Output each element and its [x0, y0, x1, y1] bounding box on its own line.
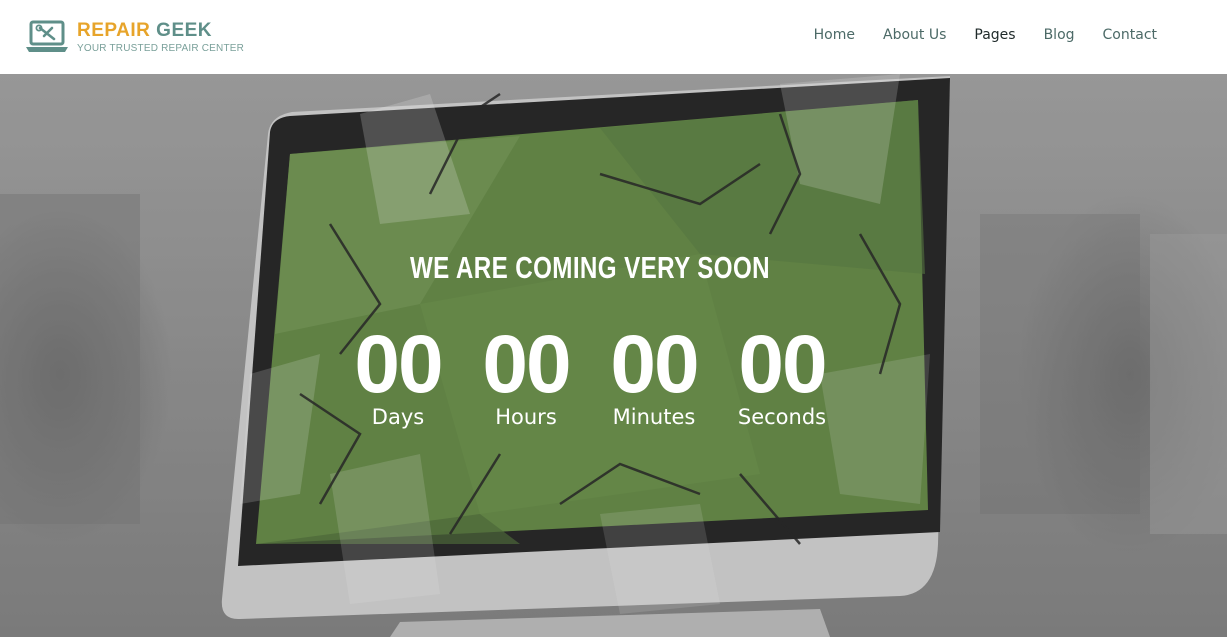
countdown-hours-value: 00 — [482, 319, 571, 410]
brand-name-part2: GEEK — [156, 20, 213, 41]
countdown-minutes-value: 00 — [610, 319, 699, 410]
countdown-minutes: 00 Minutes — [590, 322, 718, 430]
brand-name-part1: REPAIR — [77, 20, 151, 41]
coming-soon-title: WE ARE COMING VERY SOON — [409, 250, 771, 285]
main-nav: Home About Us Pages Blog Contact — [786, 26, 1157, 44]
nav-blog[interactable]: Blog — [1044, 26, 1075, 44]
site-header: REPAIR GEEK YOUR TRUSTED REPAIR CENTER H… — [0, 0, 1227, 74]
nav-contact[interactable]: Contact — [1103, 26, 1157, 44]
countdown-seconds: 00 Seconds — [718, 322, 846, 430]
brand-tagline: YOUR TRUSTED REPAIR CENTER — [77, 43, 245, 54]
brand-name: REPAIR GEEK — [77, 20, 244, 42]
logo[interactable]: REPAIR GEEK YOUR TRUSTED REPAIR CENTER — [25, 20, 244, 54]
nav-home[interactable]: Home — [814, 26, 855, 44]
hero-section: WE ARE COMING VERY SOON 00 Days 00 Hours… — [0, 74, 1227, 637]
nav-about-us[interactable]: About Us — [883, 26, 946, 44]
laptop-wrench-icon — [26, 20, 68, 52]
countdown-seconds-label: Seconds — [737, 405, 827, 429]
countdown-seconds-value: 00 — [738, 319, 827, 410]
countdown-days-value: 00 — [354, 319, 443, 410]
countdown-days: 00 Days — [334, 322, 462, 430]
countdown-days-label: Days — [371, 405, 425, 429]
countdown-hours-label: Hours — [495, 405, 557, 429]
nav-pages[interactable]: Pages — [974, 26, 1015, 44]
countdown-timer: 00 Days 00 Hours 00 Minutes 00 Seconds — [334, 322, 846, 430]
countdown-minutes-label: Minutes — [612, 405, 696, 429]
countdown-hours: 00 Hours — [462, 322, 590, 430]
